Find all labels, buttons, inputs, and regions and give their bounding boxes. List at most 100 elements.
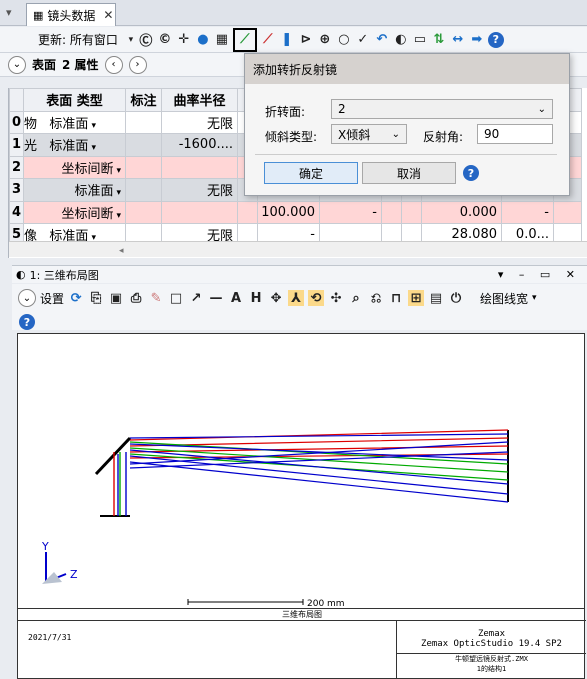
globe-icon[interactable]: ● bbox=[195, 32, 211, 48]
dropdown-arrow-icon: ▾ bbox=[116, 165, 121, 176]
axis-icon[interactable]: ⅄ bbox=[288, 290, 305, 306]
arrow-line-icon[interactable]: ↗ bbox=[188, 290, 204, 306]
dropdown-arrow-icon: ▾ bbox=[116, 210, 121, 221]
refresh-c-alt-icon[interactable]: © bbox=[157, 32, 173, 48]
axis-z-label: Z bbox=[70, 568, 78, 581]
reflect-angle-label: 反射角: bbox=[423, 130, 464, 144]
pan-icon[interactable]: ✣ bbox=[328, 290, 344, 306]
cancel-button[interactable]: 取消 bbox=[362, 162, 456, 184]
settings-button[interactable]: 设置 bbox=[40, 290, 64, 307]
swap-arrows-icon[interactable]: ⇅ bbox=[431, 32, 447, 48]
lock-icon[interactable]: ⊓ bbox=[388, 290, 404, 306]
lens-icon: ◐ bbox=[16, 268, 26, 281]
save-icon[interactable]: ▣ bbox=[108, 290, 124, 306]
rotate-icon[interactable]: ✥ bbox=[268, 290, 284, 306]
dropdown-arrow-icon: ▾ bbox=[91, 143, 96, 154]
print-icon[interactable]: ⎙ bbox=[128, 290, 144, 306]
layout-window-title: 1: 三维布局图 bbox=[29, 268, 99, 282]
lens-element-icon[interactable]: ❚ bbox=[279, 32, 295, 48]
text-icon[interactable]: A bbox=[228, 290, 244, 306]
rectangle-icon[interactable]: □ bbox=[168, 290, 184, 306]
axis-y-label: Y bbox=[41, 540, 49, 553]
column-header-radius[interactable]: 曲率半径 bbox=[161, 88, 238, 112]
document-icon[interactable]: ▭ bbox=[412, 32, 428, 48]
tilt-type-select[interactable]: X倾斜 ⌄ bbox=[331, 124, 407, 144]
column-header-surface-type[interactable]: 表面 类型 bbox=[23, 88, 126, 112]
divider bbox=[255, 154, 557, 155]
chevron-down-icon: ⌄ bbox=[391, 128, 400, 140]
check-pencil-icon[interactable]: ✓ bbox=[355, 32, 371, 48]
window-controls[interactable]: ▾ – ▭ ✕ bbox=[498, 268, 581, 281]
reset-view-icon[interactable]: ⎌ bbox=[368, 290, 384, 306]
lens-arrow-both-icon[interactable]: ⊕ bbox=[317, 32, 333, 48]
fold-surface-select[interactable]: 2 ⌄ bbox=[331, 99, 553, 119]
ok-button[interactable]: 确定 bbox=[264, 162, 358, 184]
expand-arrows-icon[interactable]: ↔ bbox=[450, 32, 466, 48]
lens-arrow-right-icon[interactable]: ⊳ bbox=[298, 32, 314, 48]
help-icon[interactable]: ? bbox=[487, 31, 504, 48]
dropdown-arrow-icon: ▾ bbox=[116, 188, 121, 199]
surface-label: 表面 bbox=[32, 58, 57, 72]
zoom-icon[interactable]: ⌕ bbox=[348, 290, 364, 306]
expand-chevron-icon[interactable]: ⌄ bbox=[18, 289, 36, 307]
file-name: 牛顿望远镜反射式.ZMX bbox=[397, 653, 586, 664]
grid-view-icon[interactable]: ⊞ bbox=[408, 290, 425, 306]
horizontal-scrollbar[interactable]: ◂ bbox=[9, 241, 587, 257]
tab-lens-data[interactable]: ▦ 镜头数据 ✕ bbox=[26, 3, 116, 26]
next-surface-button[interactable]: › bbox=[128, 55, 147, 74]
remove-fold-mirror-icon[interactable]: ⟋ bbox=[260, 32, 276, 48]
pencil-icon[interactable]: ✎ bbox=[148, 290, 164, 306]
scale-bar-label: 200 mm bbox=[307, 599, 345, 609]
tab-dropdown-icon[interactable]: ▾ bbox=[6, 6, 12, 19]
dropdown-arrow-icon[interactable]: ▾ bbox=[532, 293, 537, 303]
line-icon[interactable]: — bbox=[208, 290, 224, 306]
add-fold-mirror-icon[interactable]: ⟋ bbox=[232, 27, 257, 52]
help-icon[interactable]: ? bbox=[19, 314, 35, 330]
prev-surface-button[interactable]: ‹ bbox=[104, 55, 123, 74]
layout-grid-icon[interactable]: ▦ bbox=[214, 32, 230, 48]
dialog-title: 添加转折反射镜 bbox=[245, 54, 569, 84]
add-fold-mirror-dialog: 添加转折反射镜 折转面: 2 ⌄ 倾斜类型: X倾斜 ⌄ 反射角: 90 确定 取消… bbox=[244, 53, 570, 196]
table-icon: ▦ bbox=[33, 8, 44, 22]
dimension-icon[interactable]: H bbox=[248, 290, 264, 306]
scroll-left-icon[interactable]: ◂ bbox=[119, 246, 124, 256]
update-all-windows-dropdown[interactable]: 更新: 所有窗口 bbox=[38, 31, 118, 48]
config-label: 1的结构1 bbox=[476, 665, 507, 673]
tab-title: 镜头数据 bbox=[47, 8, 96, 23]
undo-arrow-icon[interactable]: ↶ bbox=[374, 32, 390, 48]
dropdown-arrow-icon: ▾ bbox=[91, 120, 96, 131]
tilt-type-label: 倾斜类型: bbox=[265, 130, 318, 144]
3d-layout-plot[interactable]: Y Z 200 mm bbox=[17, 333, 585, 609]
line-width-dropdown[interactable]: 绘图线宽 bbox=[480, 290, 528, 307]
close-icon[interactable]: ✕ bbox=[103, 8, 113, 22]
refresh-icon[interactable]: ⟳ bbox=[68, 290, 84, 306]
layout-window-titlebar: ◐ 1: 三维布局图 ▾ – ▭ ✕ bbox=[12, 265, 587, 283]
refresh-c-icon[interactable]: Ⓒ bbox=[138, 32, 154, 49]
window-icon[interactable]: ▤ bbox=[428, 290, 444, 306]
right-arrow-icon[interactable]: ➡ bbox=[469, 32, 485, 48]
brand-name: Zemax bbox=[477, 629, 506, 639]
rotate-view-icon[interactable]: ⟲ bbox=[308, 290, 325, 306]
help-icon[interactable]: ? bbox=[463, 165, 479, 181]
dropdown-arrow-icon[interactable]: ▾ bbox=[127, 32, 135, 48]
plot-title-block: 三维布局图 2021/7/31 Zemax Zemax OpticStudio … bbox=[17, 609, 586, 679]
power-icon[interactable]: ⏻ bbox=[448, 290, 464, 306]
chevron-down-icon: ⌄ bbox=[537, 103, 546, 115]
product-name: Zemax OpticStudio 19.4 SP2 bbox=[421, 639, 562, 649]
expand-chevron-icon[interactable]: ⌄ bbox=[8, 55, 26, 74]
toggle-icon[interactable]: ◐ bbox=[393, 32, 409, 48]
plot-caption: 三维布局图 bbox=[18, 609, 586, 621]
lens-data-toolbar: 更新: 所有窗口 ▾ Ⓒ © ✛ ● ▦ ⟋ ⟋ ❚ ⊳ ⊕ ○ ✓ ↶ ◐ ▭… bbox=[0, 27, 587, 53]
ray-trace-drawing: Y Z 200 mm bbox=[41, 429, 509, 609]
column-header-index bbox=[9, 88, 24, 112]
column-header-comment[interactable]: 标注 bbox=[125, 88, 162, 112]
reflect-angle-input[interactable]: 90 bbox=[477, 124, 553, 144]
copy-icon[interactable]: ⎘ bbox=[88, 290, 104, 306]
plot-date: 2021/7/31 bbox=[28, 633, 72, 642]
properties-label: 2 属性 bbox=[62, 58, 99, 72]
crosshair-icon[interactable]: ✛ bbox=[176, 32, 192, 48]
circle-dropdown-icon[interactable]: ○ bbox=[336, 32, 352, 48]
table-row[interactable]: 4 坐标间断 ▾ 100.000 - 0.000 - bbox=[9, 200, 582, 224]
fold-surface-label: 折转面: bbox=[265, 105, 306, 119]
layout-toolbar: ⌄ 设置 ⟳ ⎘ ▣ ⎙ ✎ □ ↗ — A H ✥ ⅄ ⟲ ✣ ⌕ ⎌ ⊓ ⊞… bbox=[12, 284, 587, 330]
